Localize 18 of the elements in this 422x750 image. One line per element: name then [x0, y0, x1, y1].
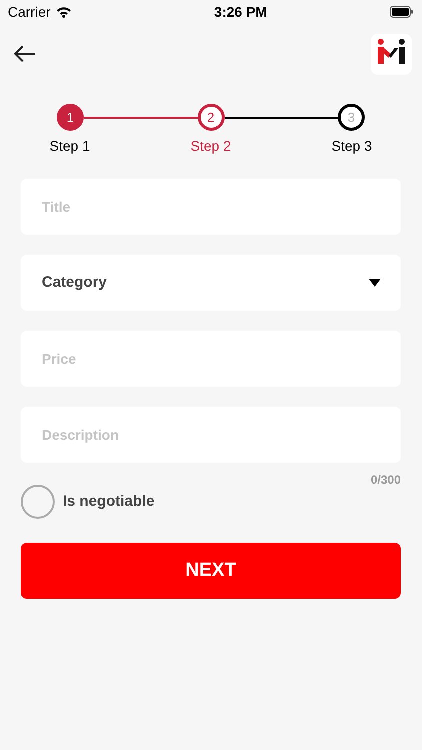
next-button[interactable]: NEXT: [21, 543, 401, 599]
character-counter: 0/300: [370, 472, 401, 489]
input-field[interactable]: Title: [21, 179, 401, 235]
step-label: Step 1: [48, 137, 92, 156]
logo-icon: [371, 34, 412, 74]
step-label: Step 2: [190, 137, 232, 156]
battery-icon: [390, 6, 414, 18]
step-label: Step 3: [330, 137, 374, 156]
input-field[interactable]: Description: [21, 407, 401, 463]
back-arrow-icon: [14, 45, 36, 63]
input-field[interactable]: Price: [21, 331, 401, 387]
carrier-label: Carrier: [8, 2, 51, 22]
clock: 3:26 PM: [214, 2, 268, 22]
wifi-icon: [56, 6, 72, 18]
dropdown-caret-icon: [369, 279, 381, 287]
negotiable-label: Is negotiable: [63, 492, 155, 512]
category-dropdown[interactable]: Category: [21, 255, 401, 311]
negotiable-checkbox[interactable]: [21, 485, 55, 519]
